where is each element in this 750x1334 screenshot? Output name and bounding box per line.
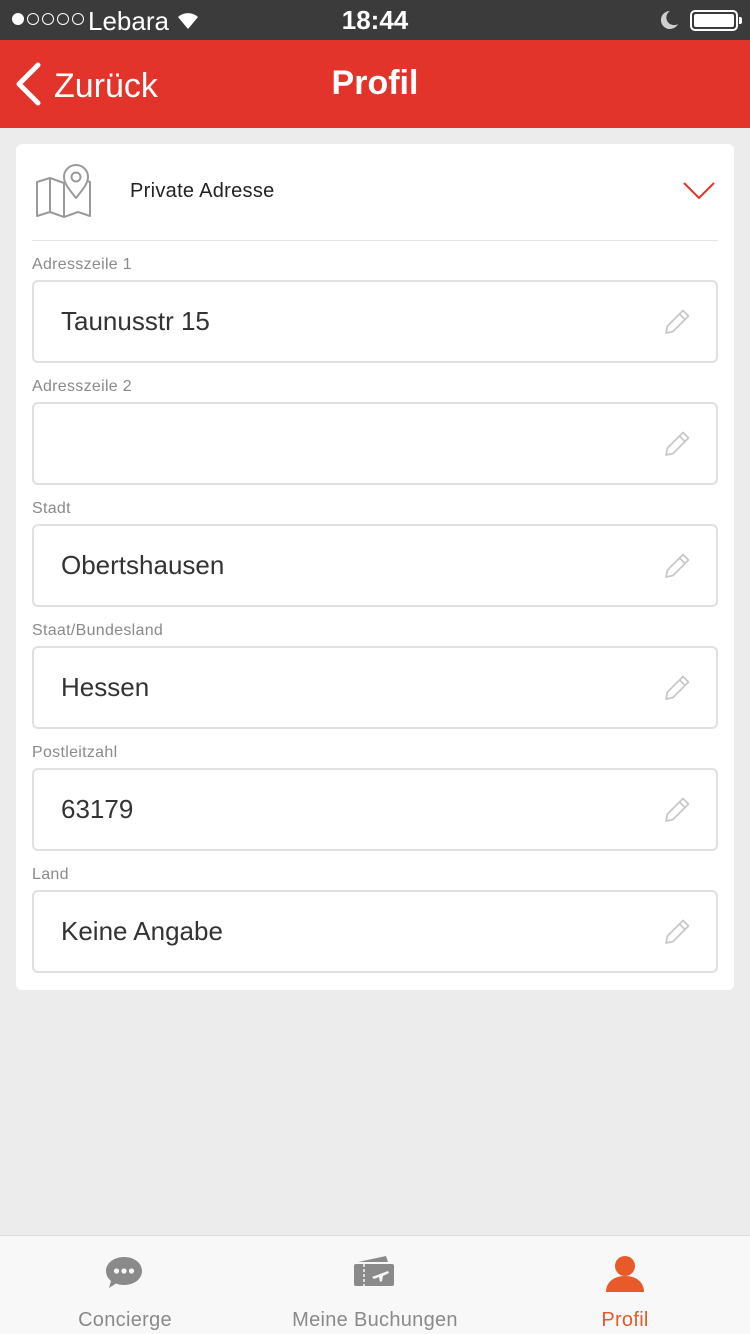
country-field[interactable]: Keine Angabe — [32, 890, 718, 973]
field-label-country: Land — [32, 866, 69, 883]
tab-bar: Concierge Meine Buchungen Profil — [0, 1235, 750, 1334]
tab-label: Meine Buchungen — [292, 1309, 458, 1331]
pencil-icon[interactable] — [662, 551, 692, 586]
ticket-plane-icon — [352, 1254, 396, 1295]
field-label-postal-code: Postleitzahl — [32, 744, 118, 761]
page-title: Profil — [331, 64, 419, 102]
city-field[interactable]: Obertshausen — [32, 524, 718, 607]
battery-icon — [690, 10, 742, 31]
field-label-address-line-2: Adresszeile 2 — [32, 378, 132, 395]
field-value: Taunusstr 15 — [61, 306, 210, 336]
status-time: 18:44 — [341, 5, 409, 35]
postal-code-field[interactable]: 63179 — [32, 768, 718, 851]
tab-meine-buchungen[interactable]: Meine Buchungen — [250, 1236, 500, 1334]
map-pin-icon — [34, 164, 94, 225]
tab-label: Profil — [601, 1309, 649, 1331]
moon-icon — [658, 9, 680, 36]
field-label-city: Stadt — [32, 500, 71, 517]
pencil-icon[interactable] — [662, 307, 692, 342]
chat-bubble-icon — [104, 1254, 144, 1297]
pencil-icon[interactable] — [662, 429, 692, 464]
section-title: Private Adresse — [130, 180, 275, 202]
tab-concierge[interactable]: Concierge — [0, 1236, 250, 1334]
pencil-icon[interactable] — [662, 917, 692, 952]
field-value: Hessen — [61, 672, 150, 702]
navigation-bar: Zurück Profil — [0, 40, 750, 128]
field-value: Obertshausen — [61, 550, 225, 580]
private-address-header[interactable]: Private Adresse — [32, 144, 718, 241]
field-value: 63179 — [61, 794, 134, 824]
tab-profil[interactable]: Profil — [500, 1236, 750, 1334]
address-line-1-field[interactable]: Taunusstr 15 — [32, 280, 718, 363]
tab-label: Concierge — [78, 1309, 172, 1331]
field-label-address-line-1: Adresszeile 1 — [32, 256, 132, 273]
field-value: Keine Angabe — [61, 916, 223, 946]
address-line-2-field[interactable] — [32, 402, 718, 485]
pencil-icon[interactable] — [662, 795, 692, 830]
address-card: Private Adresse Adresszeile 1 Taunusstr … — [16, 144, 734, 990]
state-field[interactable]: Hessen — [32, 646, 718, 729]
status-bar: Lebara 18:44 — [0, 0, 750, 40]
pencil-icon[interactable] — [662, 673, 692, 708]
chevron-down-icon[interactable] — [682, 180, 716, 207]
field-label-state: Staat/Bundesland — [32, 622, 164, 639]
person-icon — [604, 1254, 646, 1299]
